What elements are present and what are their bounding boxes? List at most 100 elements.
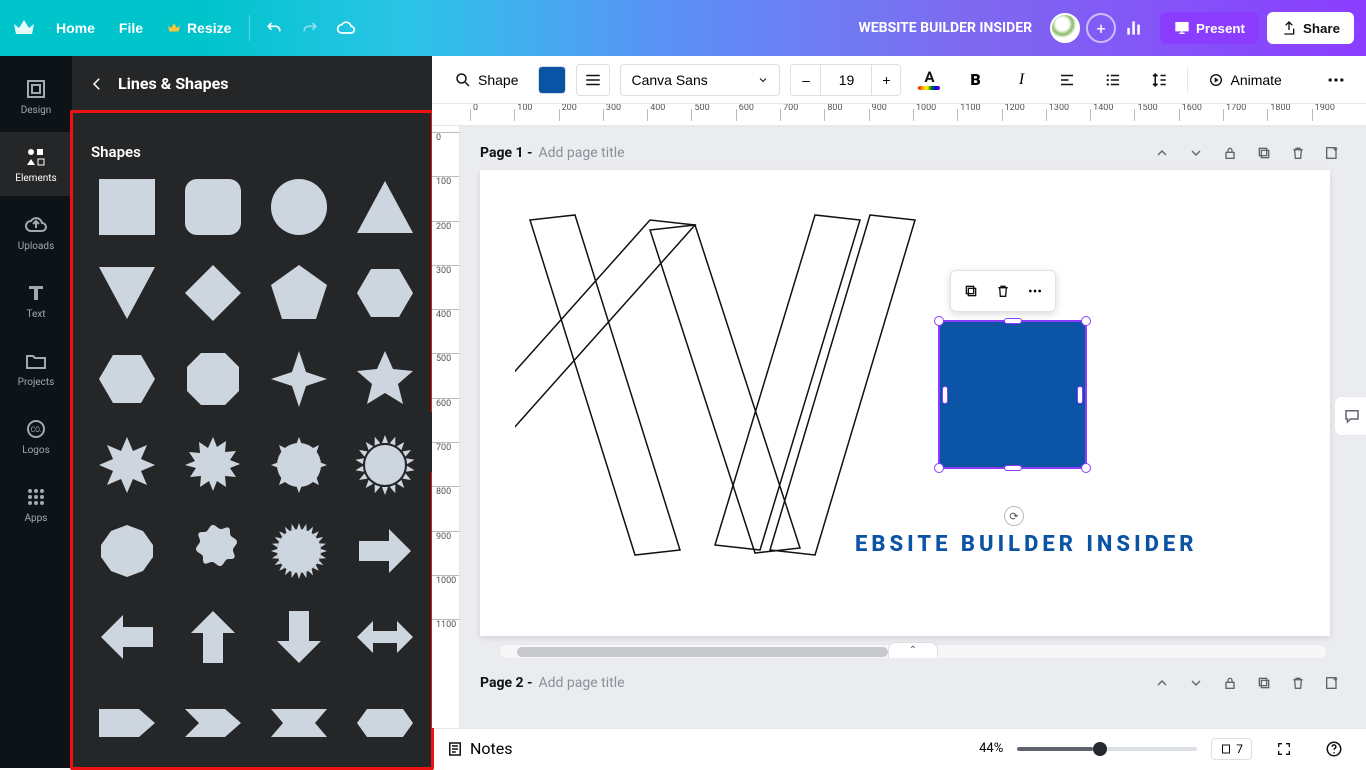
page2-down-button[interactable]	[1182, 669, 1210, 697]
duplicate-selection-button[interactable]	[957, 277, 985, 305]
shape-pentagon-arrow[interactable]	[91, 687, 163, 759]
w-outline-shape[interactable]	[515, 210, 935, 580]
page2-lock-button[interactable]	[1216, 669, 1244, 697]
page2-delete-button[interactable]	[1284, 669, 1312, 697]
font-size-input[interactable]	[821, 72, 871, 88]
shape-banner-cut[interactable]	[263, 687, 335, 759]
shape-diamond[interactable]	[177, 257, 249, 329]
font-family-select[interactable]: Canva Sans	[620, 64, 780, 96]
shape-8point-star[interactable]	[91, 429, 163, 501]
share-button[interactable]: Share	[1267, 12, 1354, 44]
spacing-button[interactable]	[1141, 64, 1177, 96]
delete-page-button[interactable]	[1284, 139, 1312, 167]
more-selection-button[interactable]	[1021, 277, 1049, 305]
page2-duplicate-button[interactable]	[1250, 669, 1278, 697]
more-toolbar-button[interactable]	[1318, 64, 1354, 96]
help-button[interactable]	[1316, 733, 1352, 765]
canvas-text-element[interactable]: EBSITE BUILDER INSIDER	[855, 532, 1197, 557]
rail-projects[interactable]: Projects	[0, 336, 72, 400]
shape-decagon-blob[interactable]	[91, 515, 163, 587]
shape-arrow-left[interactable]	[91, 601, 163, 673]
selected-shape-rectangle[interactable]	[940, 322, 1085, 467]
page1-canvas[interactable]: ⟳ EBSITE BUILDER INSIDER	[480, 170, 1330, 636]
shape-square[interactable]	[91, 171, 163, 243]
zoom-slider[interactable]	[1017, 747, 1197, 751]
add-page-button[interactable]	[1318, 139, 1346, 167]
shape-hexagon-h[interactable]	[349, 257, 421, 329]
file-menu-button[interactable]: File	[107, 12, 155, 44]
text-color-button[interactable]: A	[911, 64, 947, 96]
shape-seal-wavy[interactable]	[177, 515, 249, 587]
shape-4point-star[interactable]	[263, 343, 335, 415]
bold-button[interactable]: B	[957, 64, 993, 96]
user-avatar[interactable]	[1050, 13, 1080, 43]
shape-pentagon[interactable]	[263, 257, 335, 329]
comments-button[interactable]	[1334, 396, 1366, 436]
canvas-scroll[interactable]: Page 1 - Add page title	[460, 126, 1366, 728]
rail-uploads[interactable]: Uploads	[0, 200, 72, 264]
resize-handle-nw[interactable]	[934, 316, 944, 326]
font-size-increase[interactable]: +	[871, 64, 901, 96]
shape-arrow-both[interactable]	[349, 601, 421, 673]
rotate-handle[interactable]: ⟳	[1004, 506, 1024, 526]
home-button[interactable]: Home	[44, 12, 107, 44]
back-icon[interactable]	[88, 75, 106, 93]
shape-hex-label[interactable]	[349, 687, 421, 759]
shape-circle[interactable]	[263, 171, 335, 243]
font-size-decrease[interactable]: –	[790, 64, 820, 96]
resize-button[interactable]: Resize	[155, 12, 243, 44]
redo-button[interactable]	[292, 10, 328, 46]
cloud-sync-icon[interactable]	[328, 10, 364, 46]
resize-handle-n[interactable]	[1004, 318, 1022, 324]
shape-seal-spiky[interactable]	[263, 515, 335, 587]
page-up-button[interactable]	[1148, 139, 1176, 167]
shape-triangle[interactable]	[349, 171, 421, 243]
page-down-button[interactable]	[1182, 139, 1210, 167]
list-button[interactable]	[1095, 64, 1131, 96]
italic-button[interactable]: I	[1003, 64, 1039, 96]
lock-page-button[interactable]	[1216, 139, 1244, 167]
notes-button[interactable]: Notes	[446, 733, 513, 765]
page-count-chip[interactable]: 7	[1211, 738, 1252, 760]
rail-apps[interactable]: Apps	[0, 472, 72, 536]
shape-rounded-square[interactable]	[177, 171, 249, 243]
shape-burst-16[interactable]	[263, 429, 335, 501]
rail-elements[interactable]: Elements	[0, 132, 72, 196]
alignment-button[interactable]	[1049, 64, 1085, 96]
resize-handle-se[interactable]	[1081, 463, 1091, 473]
shape-hexagon-v[interactable]	[91, 343, 163, 415]
rail-logos[interactable]: CO.Logos	[0, 404, 72, 468]
resize-handle-e[interactable]	[1077, 386, 1083, 404]
delete-selection-button[interactable]	[989, 277, 1017, 305]
pages-expand-pill[interactable]: ⌃	[888, 642, 938, 658]
fullscreen-button[interactable]	[1266, 733, 1302, 765]
resize-handle-sw[interactable]	[934, 463, 944, 473]
resize-handle-s[interactable]	[1004, 465, 1022, 471]
document-title[interactable]: WEBSITE BUILDER INSIDER	[859, 20, 1033, 36]
insights-button[interactable]	[1116, 10, 1152, 46]
page2-add-button[interactable]	[1318, 669, 1346, 697]
scrollbar-thumb[interactable]	[517, 647, 889, 657]
shape-burst-sun[interactable]	[349, 429, 421, 501]
animate-button[interactable]: Animate	[1198, 64, 1291, 96]
present-button[interactable]: Present	[1160, 12, 1259, 44]
rail-design[interactable]: Design	[0, 64, 72, 128]
add-collaborator-button[interactable]: +	[1086, 13, 1116, 43]
shape-chevron-tag[interactable]	[177, 687, 249, 759]
page2-title-placeholder[interactable]: Add page title	[539, 675, 625, 691]
border-style-button[interactable]	[576, 64, 610, 96]
shape-arrow-right[interactable]	[349, 515, 421, 587]
page1-title-placeholder[interactable]: Add page title	[539, 145, 625, 161]
fill-color-swatch[interactable]	[538, 66, 566, 94]
duplicate-page-button[interactable]	[1250, 139, 1278, 167]
resize-handle-w[interactable]	[942, 386, 948, 404]
resize-handle-ne[interactable]	[1081, 316, 1091, 326]
horizontal-scrollbar[interactable]: ⌃	[500, 644, 1326, 658]
page2-up-button[interactable]	[1148, 669, 1176, 697]
rail-text[interactable]: Text	[0, 268, 72, 332]
shape-5point-star[interactable]	[349, 343, 421, 415]
shape-tool-button[interactable]: Shape	[444, 64, 528, 96]
shape-octagon[interactable]	[177, 343, 249, 415]
shape-burst-12[interactable]	[177, 429, 249, 501]
shape-arrow-up[interactable]	[177, 601, 249, 673]
